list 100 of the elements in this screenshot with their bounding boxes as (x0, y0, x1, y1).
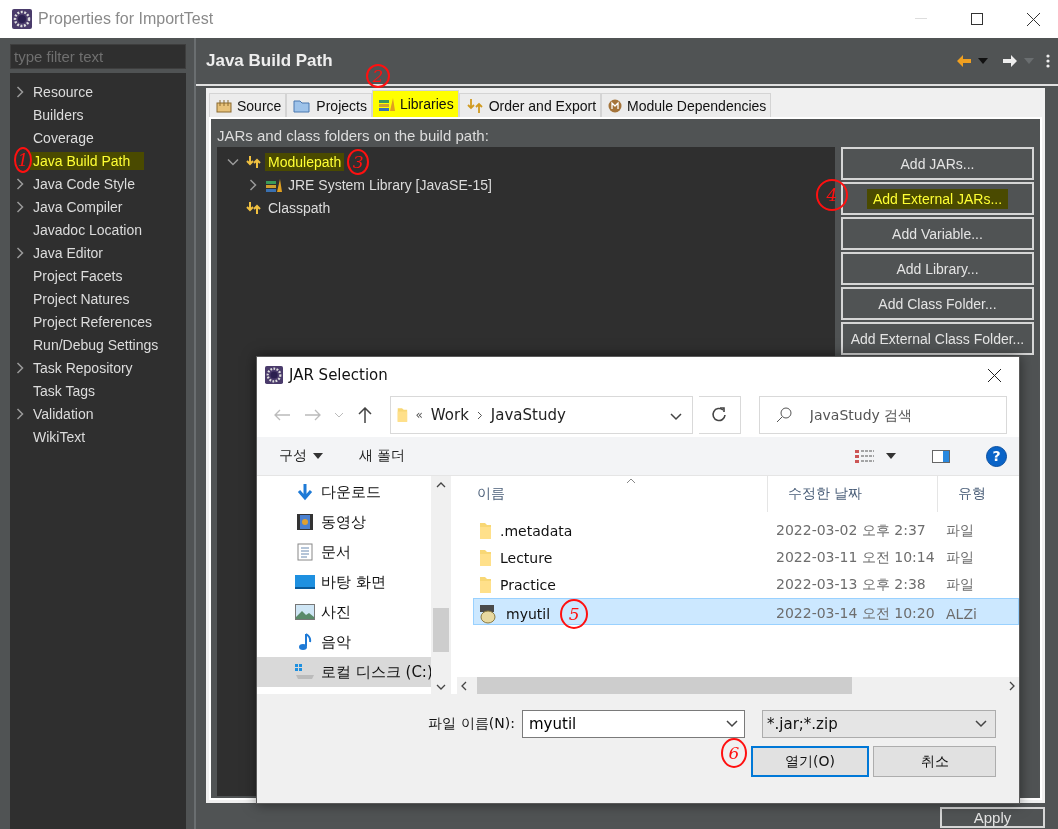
sidebar-item[interactable]: Resource (30, 82, 107, 101)
chevron-icon[interactable] (16, 407, 24, 420)
tab[interactable]: Libraries (371, 90, 459, 117)
chevron-icon[interactable] (16, 177, 24, 190)
tab[interactable]: Projects (286, 93, 372, 117)
scrollbar-thumb[interactable] (433, 608, 449, 652)
file-type-select[interactable]: *.jar;*.zip (762, 710, 996, 738)
scroll-down-icon[interactable] (436, 684, 446, 690)
help-button[interactable]: ? (986, 445, 1007, 467)
scroll-up-icon[interactable] (436, 482, 446, 488)
sidebar-item[interactable]: Java Compiler (30, 197, 137, 216)
music-note-icon (298, 633, 312, 651)
nav-item[interactable]: 바탕 화면 (257, 567, 431, 597)
file-row[interactable]: Lecture 2022-03-11 오전 10:14 파일 (473, 544, 1019, 571)
refresh-button[interactable] (698, 396, 741, 434)
nav-item[interactable]: 다운로드 (257, 477, 431, 507)
preview-pane-button[interactable] (932, 449, 950, 463)
dropdown-caret-icon (978, 58, 988, 64)
sidebar-item[interactable]: Javadoc Location (30, 220, 156, 239)
chevron-down-icon[interactable] (726, 720, 738, 728)
circled-number: 5 (560, 599, 589, 629)
dialog-title: JAR Selection (289, 366, 389, 384)
file-name-field[interactable]: myutil (529, 715, 699, 733)
column-header[interactable]: 수정한 날짜 (767, 476, 937, 512)
chevron-icon[interactable] (16, 361, 24, 374)
sidebar-item[interactable]: Validation (30, 404, 108, 423)
drive-icon (295, 664, 315, 680)
filter-field[interactable]: type filter text (10, 44, 186, 69)
sidebar-item[interactable]: Builders (30, 105, 98, 124)
action-button[interactable]: Add Library... (841, 252, 1034, 285)
path-icon (246, 154, 262, 169)
refresh-icon (711, 407, 728, 423)
sidebar-item[interactable]: Task Tags (30, 381, 109, 400)
action-button[interactable]: Add External JARs... (841, 182, 1034, 215)
nav-item[interactable]: 문서 (257, 537, 431, 567)
scroll-left-icon[interactable] (461, 680, 467, 691)
chevron-icon[interactable] (227, 157, 239, 166)
organize-menu[interactable]: 구성 (279, 447, 323, 465)
scroll-right-icon[interactable] (1009, 680, 1015, 691)
sidebar-item[interactable]: Java Build Path (30, 151, 145, 170)
nav-item[interactable]: 음악 (257, 627, 431, 657)
sidebar-item[interactable]: Coverage (30, 128, 108, 147)
scrollbar-thumb[interactable] (477, 677, 852, 694)
file-name: Lecture (500, 549, 553, 566)
minimize-icon (915, 18, 927, 20)
new-folder-button[interactable]: 새 폴더 (359, 447, 406, 465)
file-row[interactable]: Practice 2022-03-13 오후 2:38 파일 (473, 571, 1019, 598)
nav-item[interactable]: 로컬 디스크 (C:) (257, 657, 431, 687)
action-button[interactable]: Add JARs... (841, 147, 1034, 180)
tree-item[interactable]: Modulepath (265, 152, 345, 171)
nav-item[interactable]: 사진 (257, 597, 431, 627)
sidebar-item[interactable]: Project Facets (30, 266, 137, 285)
chevron-icon[interactable] (16, 200, 24, 213)
tree-item[interactable]: JRE System Library [JavaSE-15] (285, 175, 495, 194)
action-button[interactable]: Add Variable... (841, 217, 1034, 250)
column-header[interactable]: 이름 (457, 476, 767, 512)
back-arrow-icon (273, 409, 290, 421)
sidebar-item[interactable]: Project Natures (30, 289, 144, 308)
search-field[interactable]: JavaStudy 검색 (758, 396, 1007, 434)
preview-pane-icon (932, 449, 950, 463)
dialog-button[interactable]: 열기(O) (751, 746, 869, 777)
back-arrow-icon[interactable] (956, 54, 972, 68)
menu-icon[interactable] (1046, 54, 1050, 68)
section-caption: JARs and class folders on the build path: (217, 125, 490, 146)
sidebar-item[interactable]: WikiText (30, 427, 100, 446)
tab[interactable]: Module Dependencies (601, 93, 772, 117)
sidebar-item[interactable]: Task Repository (30, 358, 147, 377)
file-row[interactable]: .metadata 2022-03-02 오후 2:37 파일 (473, 517, 1019, 544)
table-cell-text: ALZi (945, 606, 978, 622)
action-button[interactable]: Add Class Folder... (841, 287, 1034, 320)
circled-number: 1 (14, 147, 32, 173)
view-options-button[interactable] (855, 448, 896, 464)
chevron-down-icon[interactable] (975, 720, 987, 728)
tab[interactable]: Order and Export (458, 93, 602, 117)
column-header[interactable]: 유형 (937, 476, 1019, 512)
sidebar-item[interactable]: Run/Debug Settings (30, 335, 173, 354)
address-bar[interactable]: « Work JavaStudy (389, 396, 693, 434)
action-button[interactable]: Add External Class Folder... (841, 322, 1034, 355)
scrollbar[interactable] (431, 476, 451, 694)
breadcrumb[interactable]: Work (430, 406, 469, 424)
circled-number: 3 (347, 148, 370, 175)
apply-button[interactable]: Apply (940, 807, 1045, 828)
tree-item[interactable]: Classpath (265, 198, 334, 217)
file-name-combo[interactable]: myutil (522, 710, 745, 738)
sidebar-item[interactable]: Java Code Style (30, 174, 149, 193)
caret-icon (886, 453, 896, 459)
tab[interactable]: Source (209, 93, 287, 117)
breadcrumb[interactable]: JavaStudy (490, 406, 566, 424)
path-overflow[interactable]: « (415, 408, 423, 422)
forward-arrow-icon[interactable] (1002, 54, 1018, 68)
chevron-down-icon[interactable] (669, 412, 682, 421)
sidebar-item[interactable]: Project References (30, 312, 167, 331)
dialog-button[interactable]: 취소 (873, 746, 996, 777)
sidebar-item[interactable]: Java Editor (30, 243, 118, 262)
nav-item[interactable]: 동영상 (257, 507, 431, 537)
dropdown-caret-icon (1024, 58, 1034, 64)
chevron-icon[interactable] (16, 85, 24, 98)
chevron-icon[interactable] (16, 246, 24, 259)
chevron-icon[interactable] (249, 178, 257, 191)
scrollbar[interactable] (457, 677, 1019, 694)
